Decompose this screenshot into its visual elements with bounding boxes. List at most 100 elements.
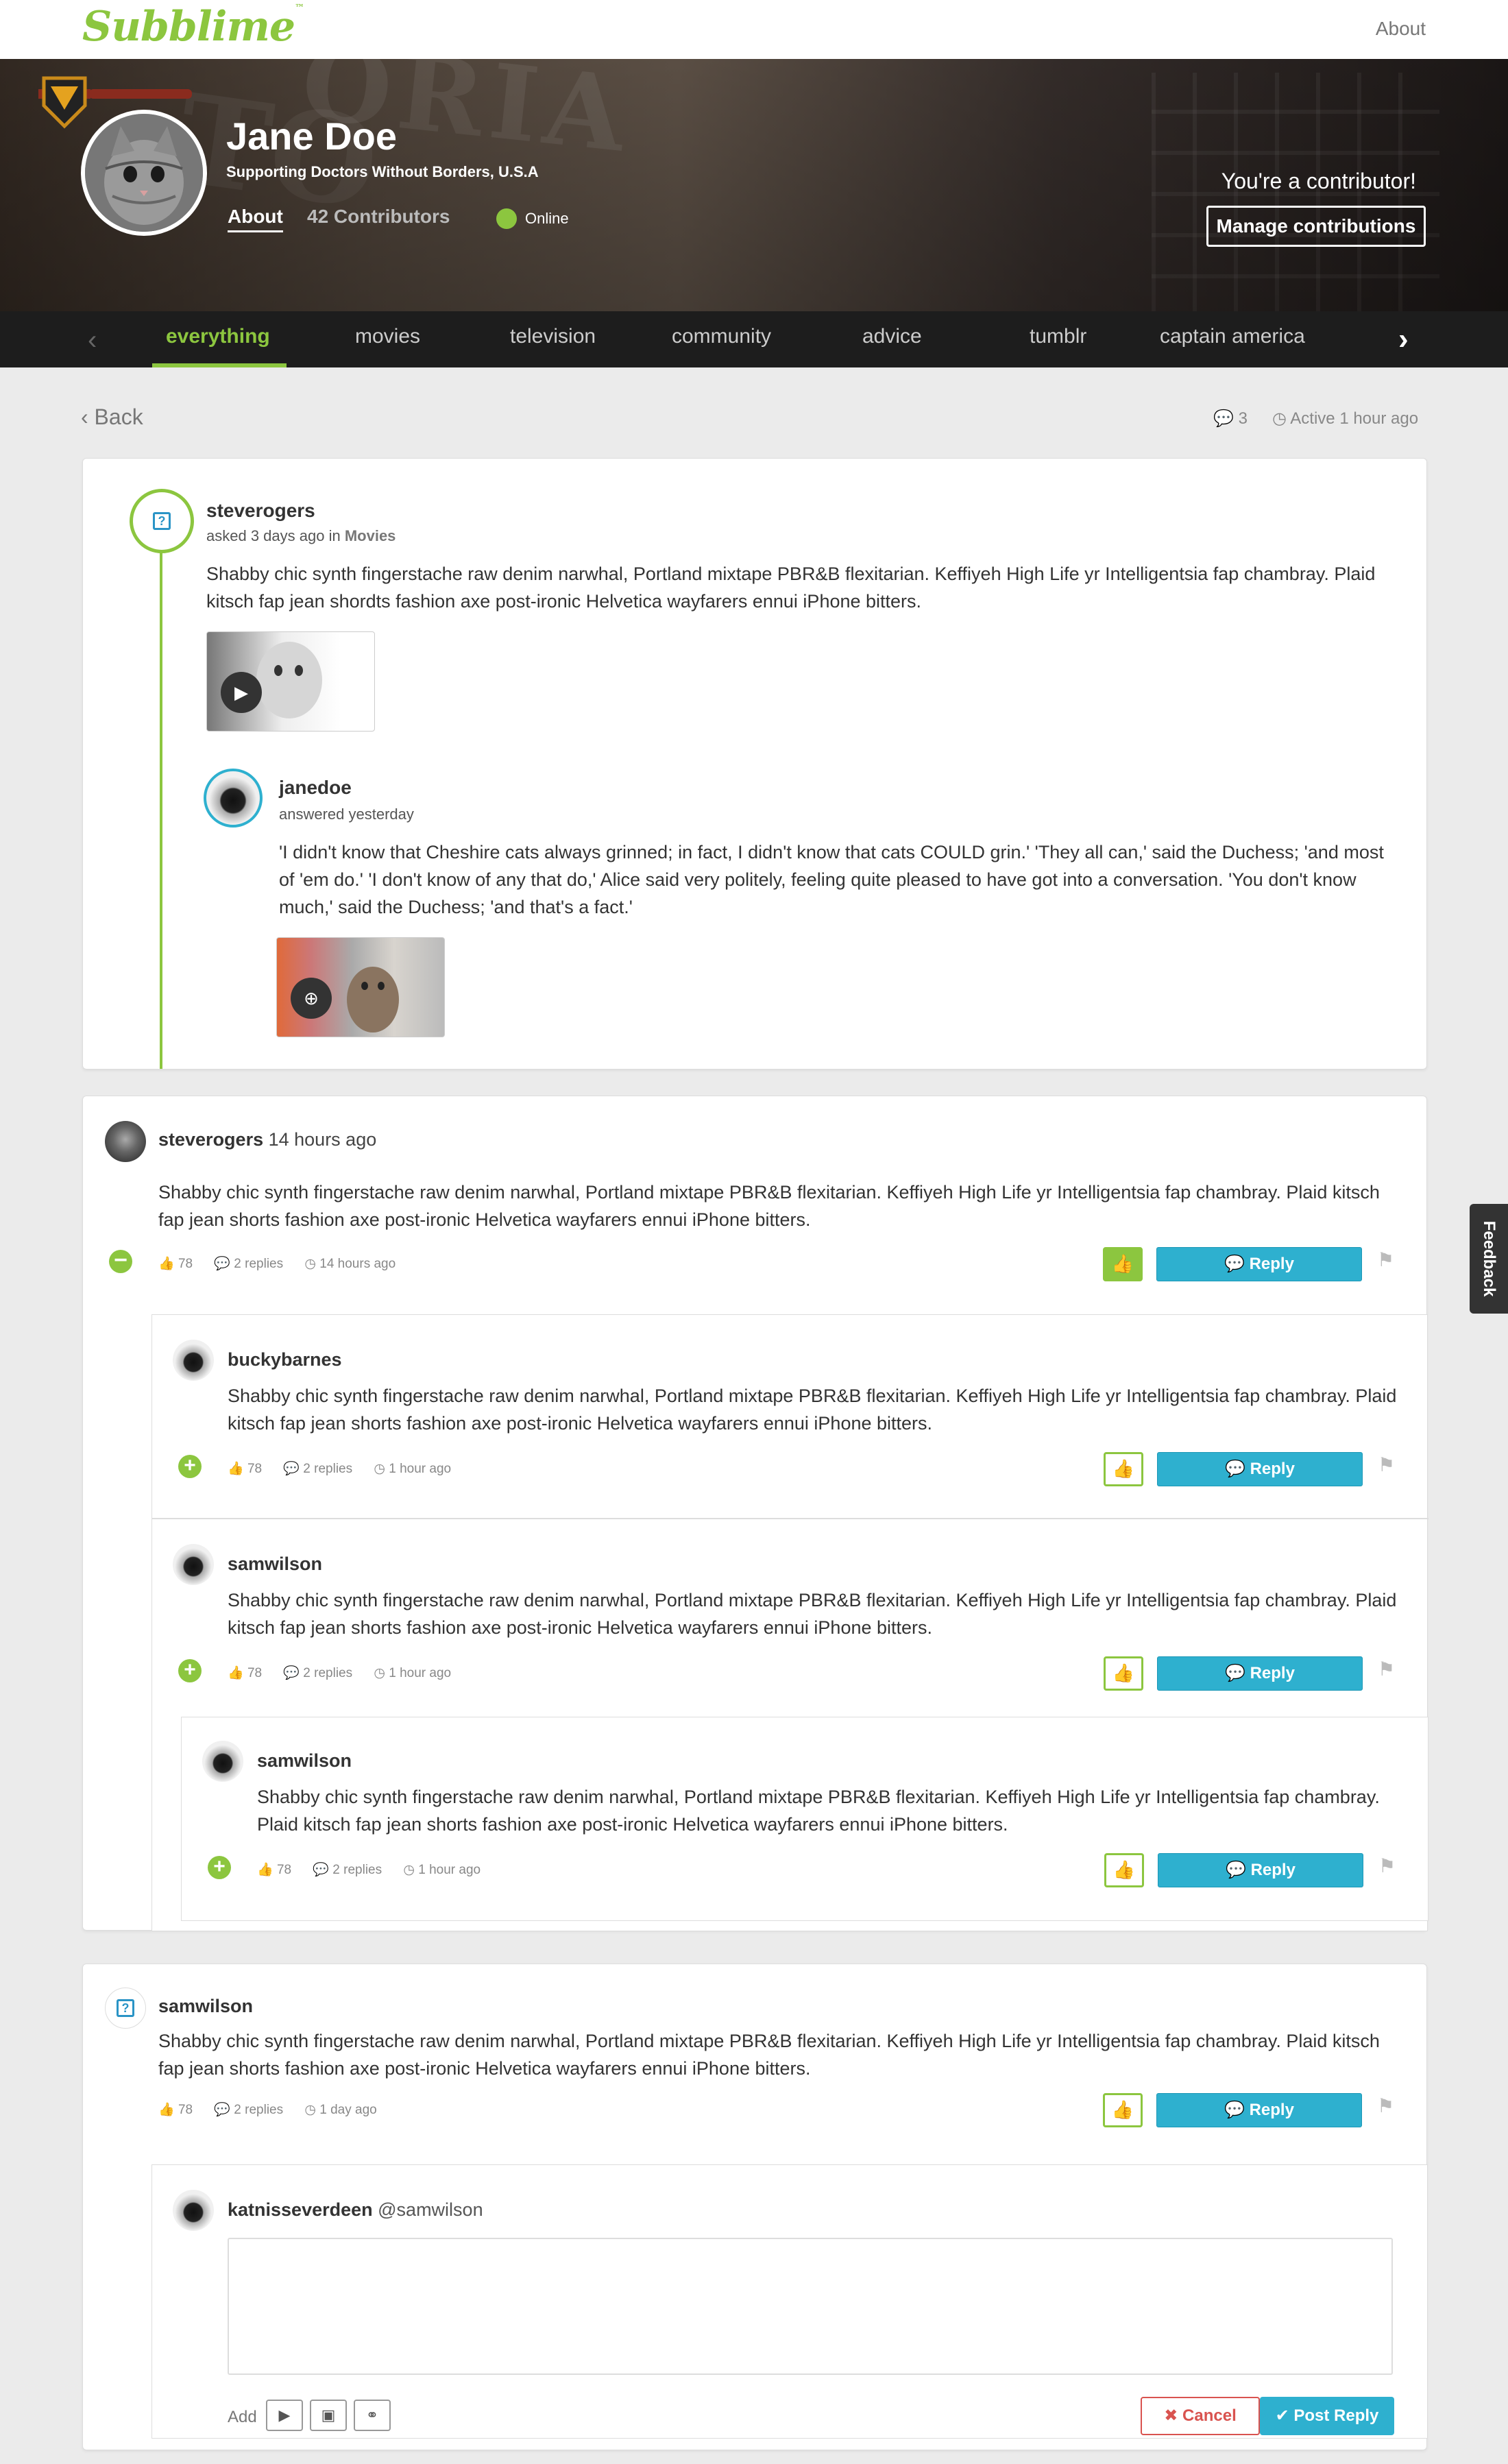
comment-card: steverogers 14 hours ago Shabby chic syn… — [82, 1096, 1428, 1931]
comment-stats: 👍 78 💬 2 replies ◷ 14 hours ago — [158, 1255, 413, 1272]
answer-meta: answered yesterday — [279, 806, 414, 823]
plus-icon[interactable]: + — [208, 1856, 231, 1879]
flag-icon[interactable]: ⚑ — [1378, 1453, 1395, 1476]
thumbs-up-icon[interactable]: 👍 78 — [158, 2103, 193, 2117]
profile-name: Jane Doe — [226, 114, 397, 158]
thumbs-up-icon[interactable]: 👍 78 — [257, 1863, 291, 1877]
feedback-tab[interactable]: Feedback — [1470, 1204, 1508, 1314]
cancel-button[interactable]: ✖ Cancel — [1141, 2397, 1260, 2435]
chevron-right-icon[interactable]: › — [1398, 322, 1409, 357]
chevron-left-icon: ‹ — [81, 404, 95, 429]
flag-icon[interactable]: ⚑ — [1377, 1248, 1394, 1271]
divider — [152, 1518, 1428, 1519]
video-icon[interactable]: ▶ — [266, 2400, 303, 2431]
activity-status: ◷ Active 1 hour ago — [1272, 409, 1419, 428]
tab-contributors[interactable]: 42 Contributors — [307, 206, 450, 228]
reply-author[interactable]: buckybarnes — [228, 1349, 342, 1370]
like-button[interactable]: 👍 — [1103, 2093, 1143, 2127]
tab-advice[interactable]: advice — [862, 325, 922, 348]
reply-form-mention: @samwilson — [378, 2199, 483, 2220]
comments-icon[interactable]: 💬 2 replies — [283, 1462, 352, 1476]
like-button[interactable]: 👍 — [1103, 1247, 1143, 1281]
reply-author[interactable]: samwilson — [257, 1750, 352, 1772]
flag-icon[interactable]: ⚑ — [1378, 1855, 1396, 1877]
minus-icon[interactable]: − — [109, 1248, 132, 1273]
manage-contributions-button[interactable]: Manage contributions — [1206, 206, 1426, 247]
thumbs-up-icon: 👍 — [1111, 1253, 1134, 1274]
badge-bar — [89, 89, 192, 99]
reply-avatar[interactable] — [173, 1544, 214, 1585]
question-author[interactable]: steverogers — [206, 500, 315, 522]
answer-author[interactable]: janedoe — [279, 777, 352, 799]
plus-icon[interactable]: + — [178, 1659, 202, 1682]
question-icon: ? — [147, 506, 177, 536]
contributor-message: You're a contributor! — [1221, 169, 1416, 193]
thumbs-up-icon[interactable]: 👍 78 — [228, 1666, 262, 1680]
zoom-icon[interactable]: ⊕ — [291, 978, 332, 1019]
comment-count: 💬 3 — [1213, 409, 1248, 428]
reply-body: Shabby chic synth fingerstache raw denim… — [228, 1590, 1397, 1638]
tab-about[interactable]: About — [228, 206, 283, 232]
reply-stats: 👍 78 💬 2 replies ◷ 1 hour ago — [257, 1861, 498, 1878]
reply-avatar[interactable] — [173, 1340, 214, 1381]
like-button[interactable]: 👍 — [1104, 1452, 1143, 1486]
like-button[interactable]: 👍 — [1104, 1656, 1143, 1691]
replies-container: buckybarnes Shabby chic synth fingerstac… — [151, 1314, 1428, 1931]
link-icon[interactable]: ⚭ — [354, 2400, 391, 2431]
image-icon[interactable]: ▣ — [310, 2400, 347, 2431]
tab-community[interactable]: community — [672, 325, 771, 348]
chevron-left-icon[interactable]: ‹ — [88, 325, 97, 356]
reply-textarea[interactable] — [228, 2238, 1393, 2375]
about-link[interactable]: About — [1376, 18, 1426, 40]
question-category[interactable]: Movies — [345, 527, 396, 544]
cat-avatar-image — [85, 114, 203, 232]
top-bar: Subblime™ About — [0, 0, 1508, 59]
post-reply-button[interactable]: ✔ Post Reply — [1260, 2397, 1394, 2435]
tab-movies[interactable]: movies — [355, 325, 420, 348]
flag-icon[interactable]: ⚑ — [1378, 1658, 1395, 1680]
comments-icon[interactable]: 💬 2 replies — [214, 2103, 283, 2117]
back-link[interactable]: ‹ Back — [81, 404, 143, 430]
comment-avatar[interactable] — [105, 1121, 146, 1162]
plus-icon[interactable]: + — [178, 1455, 202, 1478]
reply-author[interactable]: samwilson — [228, 1554, 322, 1575]
comments-icon[interactable]: 💬 2 replies — [283, 1666, 352, 1680]
question-video-thumbnail[interactable]: ▶ — [206, 631, 375, 732]
thread-line — [160, 520, 162, 1069]
reply-button[interactable]: 💬 Reply — [1157, 1656, 1363, 1691]
tab-television[interactable]: television — [510, 325, 596, 348]
comment-body: Shabby chic synth fingerstache raw denim… — [158, 1182, 1380, 1230]
reply-button[interactable]: 💬 Reply — [1156, 2093, 1362, 2127]
reply-body: Shabby chic synth fingerstache raw denim… — [228, 1386, 1397, 1434]
question-marker: ? — [130, 489, 194, 553]
thumbs-up-icon[interactable]: 👍 78 — [158, 1257, 193, 1271]
flag-icon[interactable]: ⚑ — [1377, 2094, 1394, 2117]
reply-body: Shabby chic synth fingerstache raw denim… — [257, 1787, 1380, 1835]
profile-supporting[interactable]: Supporting Doctors Without Borders, U.S.… — [226, 163, 539, 181]
thumbs-up-icon: 👍 — [1112, 1663, 1135, 1683]
tab-tumblr[interactable]: tumblr — [1030, 325, 1086, 348]
comment-card: ? samwilson Shabby chic synth fingerstac… — [82, 1964, 1428, 2450]
reply-button[interactable]: 💬 Reply — [1158, 1853, 1363, 1887]
reply-form: katnisseverdeen @samwilson Add ▶ ▣ ⚭ ✖ C… — [151, 2164, 1428, 2439]
comments-icon[interactable]: 💬 2 replies — [214, 1257, 283, 1271]
reply-button[interactable]: 💬 Reply — [1157, 1452, 1363, 1486]
profile-avatar[interactable] — [81, 110, 207, 236]
comment-author[interactable]: samwilson — [158, 1996, 253, 2017]
answer-image-thumbnail[interactable]: ⊕ — [276, 937, 445, 1037]
thumbs-up-icon: 👍 — [1112, 1859, 1136, 1880]
logo[interactable]: Subblime™ — [82, 3, 304, 51]
nested-replies-container: samwilson Shabby chic synth fingerstache… — [181, 1717, 1428, 1921]
tab-everything[interactable]: everything — [166, 325, 270, 348]
answer-avatar[interactable] — [204, 769, 263, 828]
tab-captain-america[interactable]: captain america — [1160, 325, 1305, 348]
play-icon[interactable]: ▶ — [221, 672, 262, 713]
reply-avatar[interactable] — [202, 1741, 243, 1782]
comment-avatar[interactable]: ? — [105, 1988, 146, 2029]
comments-icon[interactable]: 💬 2 replies — [313, 1863, 382, 1877]
reply-button[interactable]: 💬 Reply — [1156, 1247, 1362, 1281]
comment-author[interactable]: steverogers 14 hours ago — [158, 1129, 376, 1150]
reply-form-author: katnisseverdeen @samwilson — [228, 2199, 483, 2220]
thumbs-up-icon[interactable]: 👍 78 — [228, 1462, 262, 1476]
like-button[interactable]: 👍 — [1104, 1853, 1144, 1887]
